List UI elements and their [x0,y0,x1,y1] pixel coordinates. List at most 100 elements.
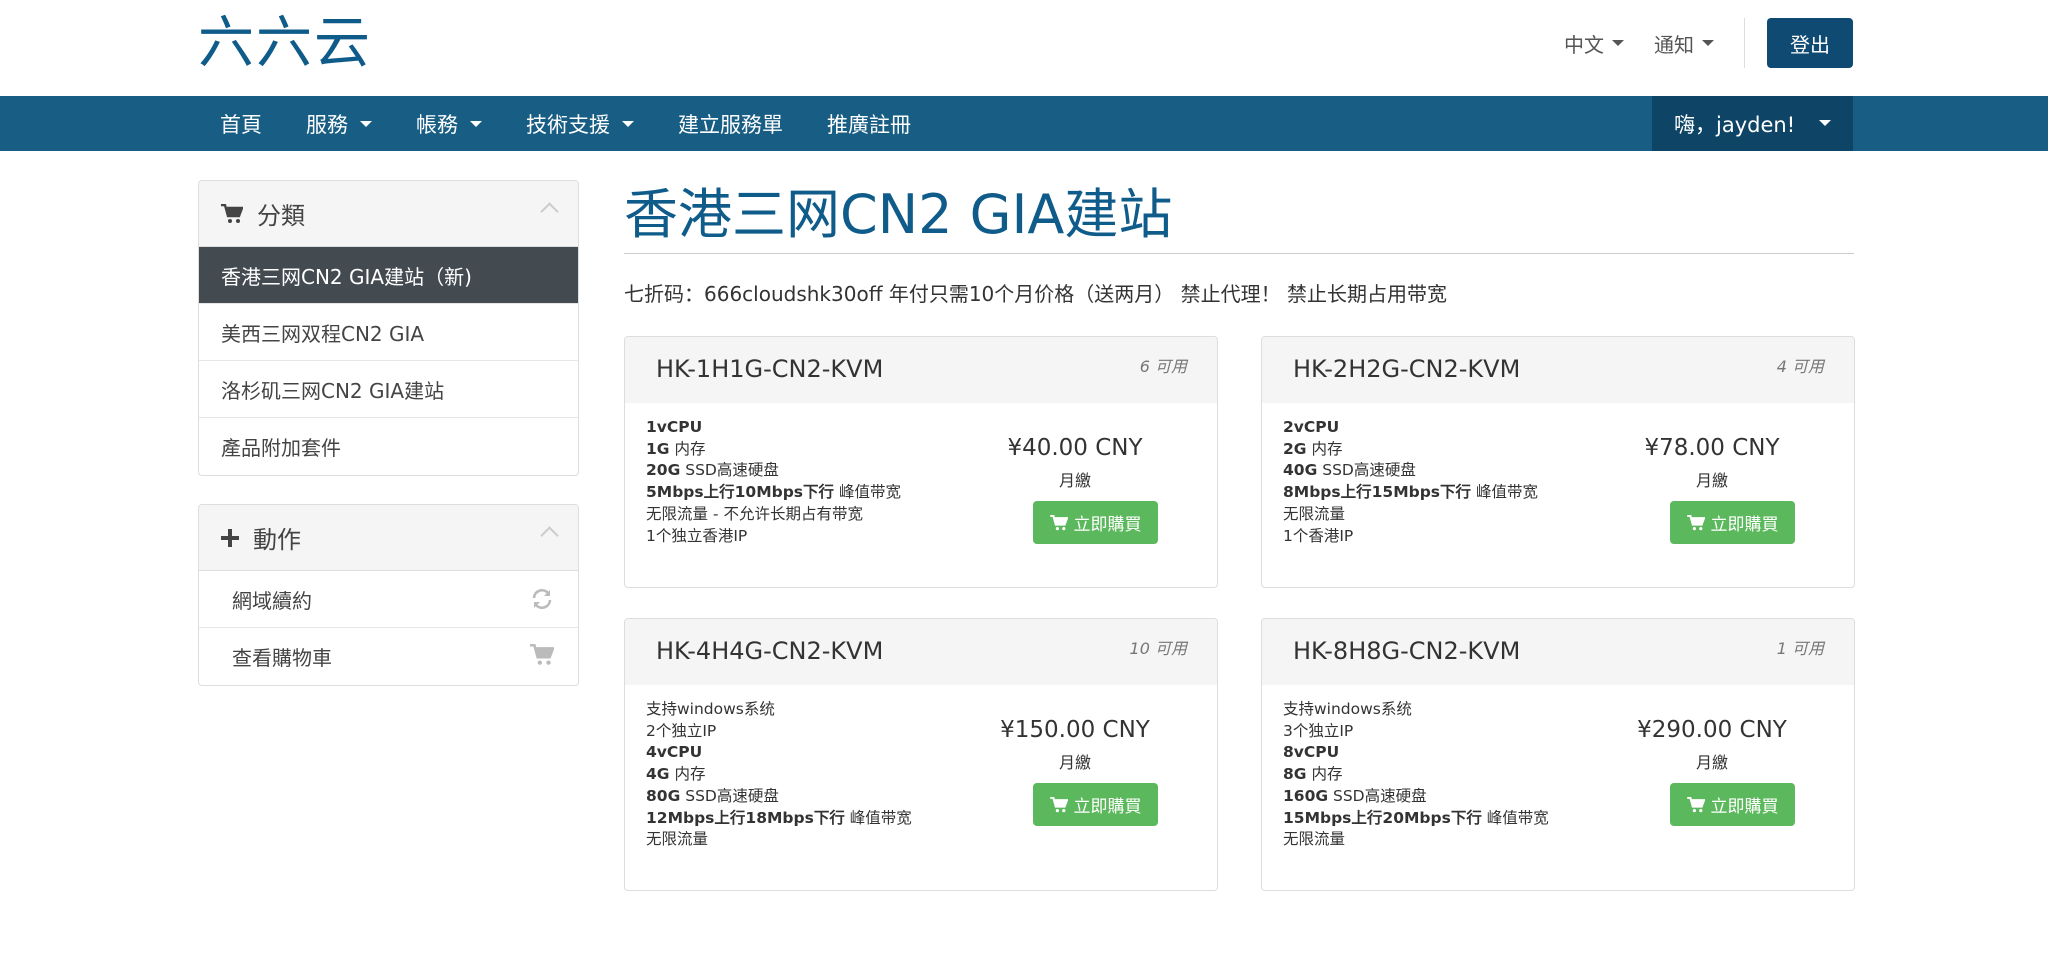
order-now-label: 立即購買 [1073,515,1142,535]
feature-value: 4vCPU [646,743,703,762]
header: 六六云 中文 通知 登出 [0,0,2048,96]
feature-value: 2G [1283,439,1307,458]
nav-item-label: 帳務 [416,112,458,137]
feature-line: 1个独立香港IP [646,526,901,548]
billing-cycle: 月繳 [1058,753,1091,772]
categories-header[interactable]: 分類 [199,181,578,247]
title-divider [624,253,1854,254]
product-card-header: HK-4H4G-CN2-KVM 10 可用 [625,619,1217,685]
feature-line: 8Mbps上行15Mbps下行 峰值带宽 [1283,482,1538,504]
categories-panel: 分類 香港三网CN2 GIA建站（新) 美西三网双程CN2 GIA 洛杉矶三网CN2… [198,180,579,476]
plus-icon [221,528,239,547]
feature-line: 1个香港IP [1283,526,1538,548]
order-now-label: 立即購買 [1710,515,1779,535]
order-now-button[interactable]: 立即購買 [1670,501,1795,544]
feature-line: 15Mbps上行20Mbps下行 峰值带宽 [1283,808,1549,830]
refresh-icon [530,587,554,616]
action-label: 網域續約 [232,588,312,613]
nav-item-label: 推廣註冊 [827,112,911,137]
order-now-button[interactable]: 立即購買 [1670,783,1795,826]
cart-icon [221,203,243,223]
cart-icon [530,643,555,671]
nav-items: 首頁 服務 帳務 技術支援 建立服務單 推廣註冊 [198,96,933,151]
product-availability: 6 可用 [1139,357,1187,376]
feature-text: 内存 [669,439,706,458]
order-now-button[interactable]: 立即購買 [1033,501,1158,544]
feature-text: 无限流量 [1283,504,1346,523]
nav-item-label: 首頁 [220,112,262,137]
nav-item-2[interactable]: 帳務 [394,96,504,151]
product-availability: 4 可用 [1776,357,1824,376]
categories-list: 香港三网CN2 GIA建站（新) 美西三网双程CN2 GIA 洛杉矶三网CN2 GI… [199,247,578,475]
feature-text: 无限流量 - 不允许长期占有带宽 [646,504,863,523]
chevron-up-icon[interactable] [540,202,559,221]
feature-line: 80G SSD高速硬盘 [646,786,912,808]
feature-line: 8vCPU [1283,742,1549,764]
logo[interactable]: 六六云 [198,12,372,76]
feature-text: 1个香港IP [1283,526,1354,545]
feature-text: 内存 [1306,765,1343,784]
action-item[interactable]: 查看購物車 [199,628,578,685]
feature-line: 1G 内存 [646,439,901,461]
feature-text: SSD高速硬盘 [1317,461,1416,480]
feature-text: 2个独立IP [646,721,717,740]
caret-down-icon [1702,40,1714,46]
user-menu[interactable]: 嗨，jayden! [1652,96,1853,151]
order-now-button[interactable]: 立即購買 [1033,783,1158,826]
category-item[interactable]: 香港三网CN2 GIA建站（新) [199,247,578,304]
feature-line: 支持windows系统 [646,699,912,721]
feature-value: 8vCPU [1283,743,1340,762]
product-availability: 1 可用 [1776,639,1824,658]
promo-text: 七折码：666cloudshk30off 年付只需10个月价格（送两月） 禁止代… [624,282,1447,306]
product-card-header: HK-1H1G-CN2-KVM 6 可用 [625,337,1217,403]
feature-line: 40G SSD高速硬盘 [1283,460,1538,482]
feature-text: SSD高速硬盘 [680,461,779,480]
category-item[interactable]: 洛杉矶三网CN2 GIA建站 [199,361,578,418]
feature-value: 1G [646,439,670,458]
order-now-label: 立即購買 [1710,797,1779,817]
feature-text: 峰值带宽 [844,808,912,827]
cart-icon [1049,796,1074,813]
actions-header[interactable]: 動作 [199,505,578,571]
caret-down-icon [1819,120,1831,126]
feature-line: 无限流量 [1283,504,1538,526]
actions-panel: 動作 網域續約查看購物車 [198,504,579,686]
nav-item-4[interactable]: 建立服務單 [656,96,805,151]
feature-text: 1个独立香港IP [646,526,748,545]
category-item[interactable]: 產品附加套件 [199,418,578,475]
feature-text: 无限流量 [1283,830,1346,849]
nav-item-label: 技術支援 [526,112,610,137]
feature-value: 1vCPU [646,418,703,436]
feature-text: 无限流量 [646,830,709,849]
product-card: HK-8H8G-CN2-KVM 1 可用支持windows系统 3个独立IP 8vCP… [1261,618,1855,891]
product-name: HK-8H8G-CN2-KVM [1293,637,1521,665]
feature-text: SSD高速硬盘 [1328,786,1427,805]
caret-down-icon [622,120,634,127]
feature-line: 20G SSD高速硬盘 [646,460,901,482]
logout-button[interactable]: 登出 [1767,18,1853,68]
category-item[interactable]: 美西三网双程CN2 GIA [199,304,578,361]
language-dropdown[interactable]: 中文 [1564,29,1624,58]
feature-text: 内存 [1306,439,1343,458]
feature-value: 4G [646,765,670,784]
nav-item-label: 服務 [306,112,348,137]
divider [1744,18,1745,68]
product-card: HK-2H2G-CN2-KVM 4 可用 2vCPU 2G 内存 40G SSD高速硬盘… [1261,336,1855,588]
product-card: HK-1H1G-CN2-KVM 6 可用 1vCPU 1G 内存 20G SSD高速硬盘… [624,336,1218,588]
action-label: 查看購物車 [232,646,332,670]
feature-line: 3个独立IP [1283,721,1549,743]
feature-line: 5Mbps上行10Mbps下行 峰值带宽 [646,482,901,504]
notifications-dropdown[interactable]: 通知 [1654,29,1714,58]
action-item[interactable]: 網域續約 [199,571,578,628]
chevron-up-icon[interactable] [540,526,559,545]
top-right-menu: 中文 通知 登出 [1564,18,1853,68]
feature-line: 支持windows系统 [1283,699,1549,721]
product-card-header: HK-8H8G-CN2-KVM 1 可用 [1262,619,1854,685]
nav-item-1[interactable]: 服務 [284,96,394,151]
nav-item-5[interactable]: 推廣註冊 [805,96,933,151]
nav-item-0[interactable]: 首頁 [198,96,284,151]
nav-item-3[interactable]: 技術支援 [504,96,656,151]
feature-text: 3个独立IP [1283,721,1354,740]
page-title: 香港三网CN2 GIA建站 [624,183,1173,246]
product-features: 支持windows系统 2个独立IP 4vCPU 4G 内存 80G SSD高速硬盘 12… [646,699,912,851]
